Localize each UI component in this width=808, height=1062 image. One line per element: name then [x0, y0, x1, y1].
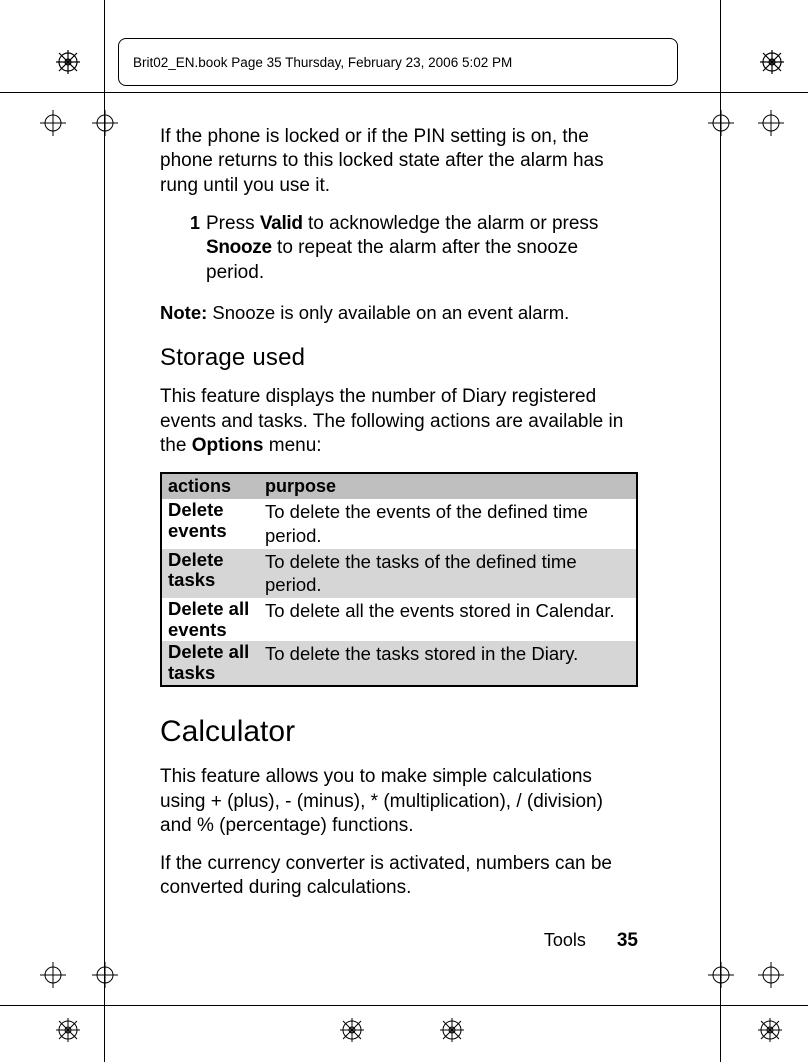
header-text: Brit02_EN.book Page 35 Thursday, Februar… [133, 55, 512, 70]
gear-icon [56, 1018, 82, 1044]
table-row: Delete all events To delete all the even… [161, 598, 637, 641]
crop-line-bottom [0, 1005, 808, 1006]
col-actions: actions [161, 473, 259, 499]
page-content: If the phone is locked or if the PIN set… [160, 125, 638, 915]
purpose-cell: To delete all the events stored in Calen… [259, 598, 637, 641]
registration-mark-icon [92, 110, 118, 136]
valid-label: Valid [260, 213, 303, 234]
intro-paragraph: If the phone is locked or if the PIN set… [160, 125, 638, 198]
table-header-row: actions purpose [161, 473, 637, 499]
footer-section: Tools [544, 930, 586, 950]
table-row: Delete all tasks To delete the tasks sto… [161, 641, 637, 685]
registration-mark-icon [708, 962, 734, 988]
gear-icon [760, 50, 784, 74]
note-label: Note: [160, 302, 207, 323]
step-text-part: Press [206, 213, 260, 234]
col-purpose: purpose [259, 473, 637, 499]
crop-marks-footer [0, 1018, 808, 1048]
note-paragraph: Note: Snooze is only available on an eve… [160, 301, 638, 325]
storage-paragraph: This feature displays the number of Diar… [160, 385, 638, 458]
gear-icon [758, 1018, 784, 1044]
page-header: Brit02_EN.book Page 35 Thursday, Februar… [0, 38, 808, 86]
options-table: actions purpose Delete events To delete … [160, 472, 638, 687]
registration-mark-icon [40, 110, 66, 136]
action-cell: Delete all events [161, 598, 259, 641]
options-label: Options [192, 435, 264, 456]
calc-paragraph-1: This feature allows you to make simple c… [160, 765, 638, 838]
step-number: 1 [176, 212, 200, 285]
gear-icon [440, 1018, 466, 1044]
page-number: 35 [617, 930, 638, 951]
purpose-cell: To delete the tasks of the defined time … [259, 549, 637, 598]
action-cell: Delete tasks [161, 549, 259, 598]
calc-paragraph-2: If the currency converter is activated, … [160, 852, 638, 901]
snooze-label: Snooze [206, 237, 272, 258]
heading-calculator: Calculator [160, 713, 638, 751]
purpose-cell: To delete the tasks stored in the Diary. [259, 641, 637, 685]
storage-text-part: menu: [263, 435, 321, 456]
registration-mark-icon [40, 962, 66, 988]
header-text-box: Brit02_EN.book Page 35 Thursday, Februar… [118, 38, 678, 86]
crop-line-top [0, 92, 808, 93]
heading-storage-used: Storage used [160, 343, 638, 374]
note-text: Snooze is only available on an event ala… [207, 302, 569, 323]
gear-icon [56, 50, 80, 74]
registration-mark-icon [758, 962, 784, 988]
crop-line-right [720, 0, 721, 1062]
action-cell: Delete events [161, 499, 259, 548]
step-text: Press Valid to acknowledge the alarm or … [206, 212, 638, 285]
action-cell: Delete all tasks [161, 641, 259, 685]
registration-mark-icon [708, 110, 734, 136]
table-row: Delete tasks To delete the tasks of the … [161, 549, 637, 598]
registration-mark-icon [92, 962, 118, 988]
page-footer: Tools 35 [160, 930, 638, 952]
crop-line-left [104, 0, 105, 1062]
registration-mark-icon [758, 110, 784, 136]
step-1: 1 Press Valid to acknowledge the alarm o… [160, 212, 638, 285]
crop-marks-bottom [0, 962, 808, 992]
table-row: Delete events To delete the events of th… [161, 499, 637, 548]
purpose-cell: To delete the events of the defined time… [259, 499, 637, 548]
step-text-part: to acknowledge the alarm or press [303, 213, 599, 234]
gear-icon [340, 1018, 366, 1044]
